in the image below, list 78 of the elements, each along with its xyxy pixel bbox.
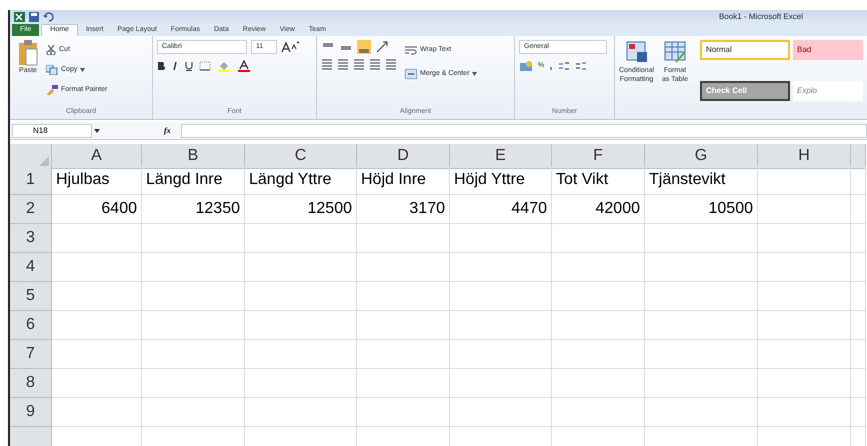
table-cell: Höjd Inre [357,166,450,195]
row-header[interactable]: 4 [10,253,52,282]
grow-font-icon[interactable] [281,41,301,53]
column-header[interactable]: H [758,144,851,169]
undo-icon[interactable] [43,12,55,22]
name-box[interactable]: N18 [12,124,92,138]
bold-icon[interactable] [157,61,165,71]
table-cell: Hjulbas [52,166,142,195]
table-cell: Tjänstevikt [645,166,758,195]
scissors-icon[interactable] [46,45,56,55]
italic-icon[interactable] [171,61,179,71]
align-right-icon[interactable] [353,58,365,70]
decrease-decimal-icon[interactable] [575,61,588,71]
center-icon[interactable] [337,58,349,70]
copy-icon[interactable] [46,65,58,75]
row-header[interactable]: 1 [10,166,52,195]
clipboard-icon[interactable] [18,40,38,66]
currency-icon[interactable] [519,60,533,72]
table-cell [851,311,866,340]
row-header[interactable]: 9 [10,398,52,427]
insert-function-button[interactable]: fx [160,124,175,136]
increase-decimal-icon[interactable] [558,61,570,71]
column-header[interactable]: D [357,144,450,169]
fill-color-icon[interactable] [217,60,231,72]
align-left-icon[interactable] [321,58,333,70]
merge-cells-icon[interactable] [405,69,417,79]
window-title: Book1 - Microsoft Excel [718,11,803,23]
column-header[interactable]: G [645,144,758,169]
table-cell [851,195,866,224]
table-cell: Tot Vikt [552,166,645,195]
table-cell [851,369,866,398]
table-cell [851,224,866,253]
table-cell: Längd Yttre [245,166,357,195]
row-header[interactable]: 7 [10,340,52,369]
table-cell: 10500 [645,195,758,224]
brush-icon[interactable] [46,85,58,95]
row-header[interactable]: 5 [10,282,52,311]
cell-style-option[interactable]: Bad [792,40,863,60]
dropdown-icon [80,68,86,72]
column-header[interactable]: E [450,144,552,169]
column-header[interactable]: F [552,144,645,169]
table-cell: 12500 [245,195,357,224]
wrap-text-icon[interactable] [405,45,417,55]
row-header[interactable]: 8 [10,369,52,398]
table-cell [851,282,866,311]
column-header[interactable]: C [245,144,357,169]
formula-field[interactable] [180,124,867,138]
increase-indent-icon[interactable] [385,58,397,70]
underline-icon[interactable] [185,61,193,71]
table-cell: Längd Inre [142,166,245,195]
borders-icon[interactable] [199,61,211,71]
save-icon[interactable] [29,12,39,22]
align-bottom-icon[interactable] [357,40,371,54]
cell-style-option[interactable]: Normal [700,40,790,60]
table-cell: 3170 [357,195,450,224]
table-cell: 42000 [552,195,645,224]
table-cell: 6400 [52,195,142,224]
table-cell [851,340,866,369]
decrease-indent-icon[interactable] [369,58,381,70]
table-brush-icon[interactable] [664,40,686,64]
cell-style-option[interactable]: Explo [792,81,863,101]
table-cell: 4470 [450,195,552,224]
table-chart-icon[interactable] [626,40,648,64]
column-header[interactable]: B [142,144,245,169]
orientation-icon[interactable] [375,40,389,54]
column-header[interactable]: A [52,144,142,169]
table-cell [851,253,866,282]
excel-logo-icon [14,12,25,22]
row-header[interactable]: 6 [10,311,52,340]
dropdown-icon[interactable] [94,128,100,132]
table-cell [851,398,866,427]
dropdown-icon [472,72,478,76]
row-header[interactable]: 3 [10,224,52,253]
table-cell [851,166,866,195]
font-color-icon[interactable] [237,60,251,72]
table-cell: Höjd Yttre [450,166,552,195]
row-header[interactable]: 2 [10,195,52,224]
table-cell: 12350 [142,195,245,224]
